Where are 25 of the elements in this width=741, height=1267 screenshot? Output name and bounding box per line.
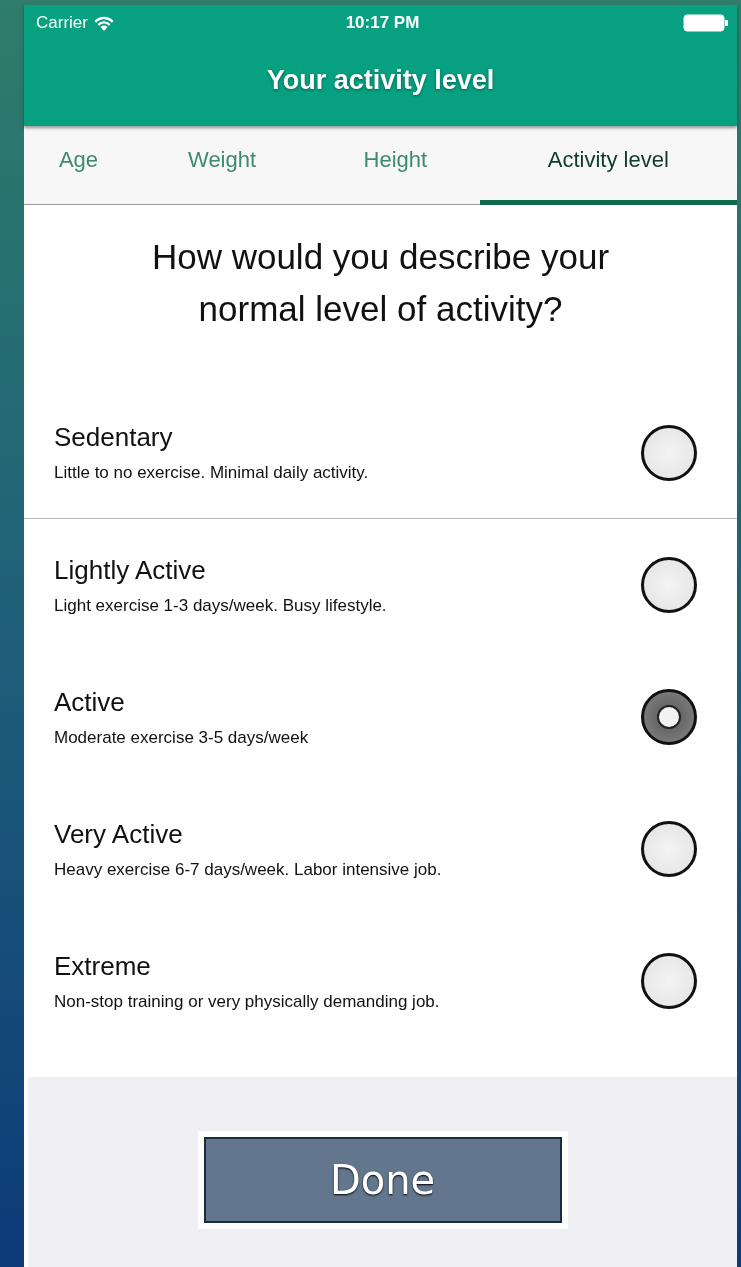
option-title: Sedentary [54, 422, 174, 453]
option-title: Active [54, 686, 126, 718]
option-title: Lightly Active [54, 554, 207, 586]
radio-button[interactable] [641, 689, 697, 745]
tab[interactable]: Activity level [479, 126, 737, 205]
option-description: Moderate exercise 3-5 days/week [54, 727, 310, 748]
option-description: Heavy exercise 6-7 days/week. Labor intensive job. [54, 859, 443, 880]
carrier-label: Carrier [36, 13, 88, 33]
radio-button[interactable] [641, 821, 697, 877]
tab[interactable]: Height [311, 126, 480, 205]
radio-button[interactable] [641, 557, 697, 613]
clock-time: 10:17 PM [345, 13, 420, 32]
option-description: Light exercise 1-3 days/week. Busy lifestyle. [54, 595, 388, 616]
option-description: Little to no exercise. Minimal daily activity. [54, 463, 370, 483]
tab[interactable]: Age [24, 126, 133, 205]
question-text: How would you describe your normal level of activity? [150, 236, 611, 330]
radio-button[interactable] [641, 953, 697, 1009]
option-title: Extreme [54, 950, 152, 982]
battery-icon [683, 14, 729, 32]
option-title: Very Active [54, 818, 184, 850]
tab[interactable]: Weight [132, 126, 312, 205]
option-description: Non-stop training or very physically demanding job. [54, 991, 441, 1012]
wifi-icon [93, 15, 114, 31]
radio-button[interactable] [641, 424, 697, 481]
screen-title: Your activity level [265, 64, 496, 97]
